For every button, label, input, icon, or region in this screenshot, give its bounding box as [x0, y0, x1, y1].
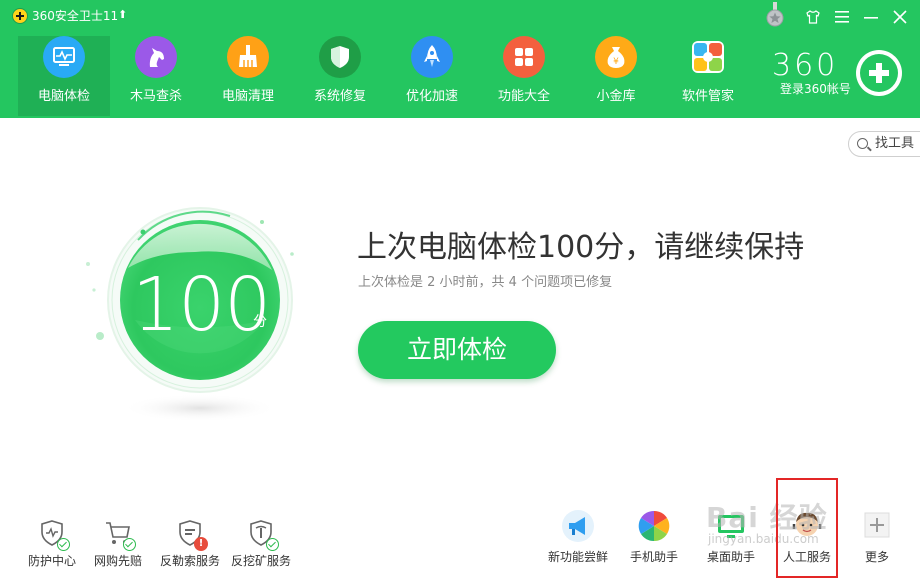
- nav-label: 系统修复: [313, 89, 366, 104]
- page-title: 上次电脑体检100分，请继续保持: [357, 230, 805, 265]
- shopping-compensation-label: 网购先赔: [93, 554, 142, 568]
- phone-assistant-button[interactable]: 手机助手: [619, 508, 689, 565]
- check-badge-icon: [266, 538, 279, 551]
- shirt-icon[interactable]: [802, 6, 824, 28]
- monitor-check-icon: [43, 36, 85, 78]
- nav-label: 软件管家: [681, 89, 734, 104]
- protection-center-icon: [37, 518, 70, 551]
- find-tools-button[interactable]: 找工具: [848, 131, 920, 157]
- new-features-button[interactable]: 新功能尝鲜: [543, 508, 613, 565]
- 360-logo-icon: [12, 8, 28, 24]
- nav-label: 小金库: [596, 89, 636, 104]
- nav-label: 功能大全: [497, 89, 550, 104]
- nav-item-small-vault[interactable]: ¥ 小金库: [570, 36, 662, 116]
- anti-mining-icon: [246, 518, 279, 551]
- phone-assistant-label: 手机助手: [629, 550, 678, 564]
- nav-item-pc-clean[interactable]: 电脑清理: [202, 36, 294, 116]
- anti-mining-button[interactable]: 反挖矿服务: [226, 518, 296, 569]
- anti-mining-label: 反挖矿服务: [230, 554, 291, 568]
- phone-assistant-icon: [636, 508, 672, 544]
- check-now-button[interactable]: 立即体检: [358, 321, 556, 379]
- shopping-cart-icon: [103, 518, 136, 551]
- megaphone-icon: [560, 508, 596, 544]
- software-icon: [687, 36, 729, 78]
- check-badge-icon: [57, 538, 70, 551]
- grid-icon: [503, 36, 545, 78]
- find-tools-label: 找工具: [875, 136, 915, 151]
- score-unit: 分: [253, 314, 267, 330]
- more-plus-icon: [860, 508, 894, 544]
- nav-label: 电脑清理: [221, 89, 274, 104]
- check-badge-icon: [123, 538, 136, 551]
- more-button[interactable]: 更多: [842, 508, 912, 565]
- desktop-assistant-label: 桌面助手: [706, 550, 755, 564]
- protection-center-button[interactable]: 防护中心: [17, 518, 87, 569]
- nav-item-optimize[interactable]: 优化加速: [386, 36, 478, 116]
- app-title: 360安全卫士11: [32, 9, 119, 23]
- login-account-link[interactable]: 登录360帐号: [780, 80, 851, 97]
- more-label: 更多: [864, 550, 889, 564]
- last-check-summary: 上次体检是 2 小时前，共 4 个问题项已修复: [358, 275, 613, 290]
- anti-ransom-label: 反勒索服务: [159, 554, 220, 568]
- shield-icon: [319, 36, 361, 78]
- header-bar: 360安全卫士11 ⬆ 电脑体检 木马查杀 电脑清理 系统修复 优化加速 功能大…: [0, 0, 920, 118]
- plus-circle-icon[interactable]: [856, 50, 902, 96]
- title-bar: 360安全卫士11 ⬆: [0, 0, 920, 32]
- horse-icon: [135, 36, 177, 78]
- menu-icon[interactable]: [831, 6, 853, 28]
- app-window: 360安全卫士11 ⬆ 电脑体检 木马查杀 电脑清理 系统修复 优化加速 功能大…: [0, 0, 920, 580]
- nav-label: 优化加速: [405, 89, 458, 104]
- nav-item-system-repair[interactable]: 系统修复: [294, 36, 386, 116]
- svg-text:¥: ¥: [613, 57, 619, 67]
- nav-item-software-manager[interactable]: 软件管家: [662, 36, 754, 116]
- money-bag-icon: ¥: [595, 36, 637, 78]
- new-features-label: 新功能尝鲜: [547, 550, 608, 564]
- anti-ransom-icon: !: [175, 518, 208, 551]
- protection-center-label: 防护中心: [27, 554, 76, 568]
- minimize-icon[interactable]: [860, 6, 882, 28]
- nav-item-trojan-scan[interactable]: 木马查杀: [110, 36, 202, 116]
- shopping-compensation-button[interactable]: 网购先赔: [83, 518, 153, 569]
- highlight-box: [776, 478, 838, 578]
- upgrade-arrow-icon[interactable]: ⬆: [118, 8, 127, 21]
- nav-label: 木马查杀: [129, 89, 182, 104]
- close-icon[interactable]: [889, 6, 911, 28]
- broom-icon: [227, 36, 269, 78]
- brand-360-logo: 360: [772, 48, 839, 83]
- nav-label: 电脑体检: [37, 89, 90, 104]
- warning-badge-icon: !: [194, 537, 208, 551]
- nav-item-pc-check[interactable]: 电脑体检: [18, 36, 110, 116]
- anti-ransom-button[interactable]: ! 反勒索服务: [155, 518, 225, 569]
- score-value: 100: [132, 262, 271, 348]
- rocket-icon: [411, 36, 453, 78]
- nav-item-all-functions[interactable]: 功能大全: [478, 36, 570, 116]
- search-icon: [857, 138, 868, 149]
- medal-icon[interactable]: [765, 2, 785, 28]
